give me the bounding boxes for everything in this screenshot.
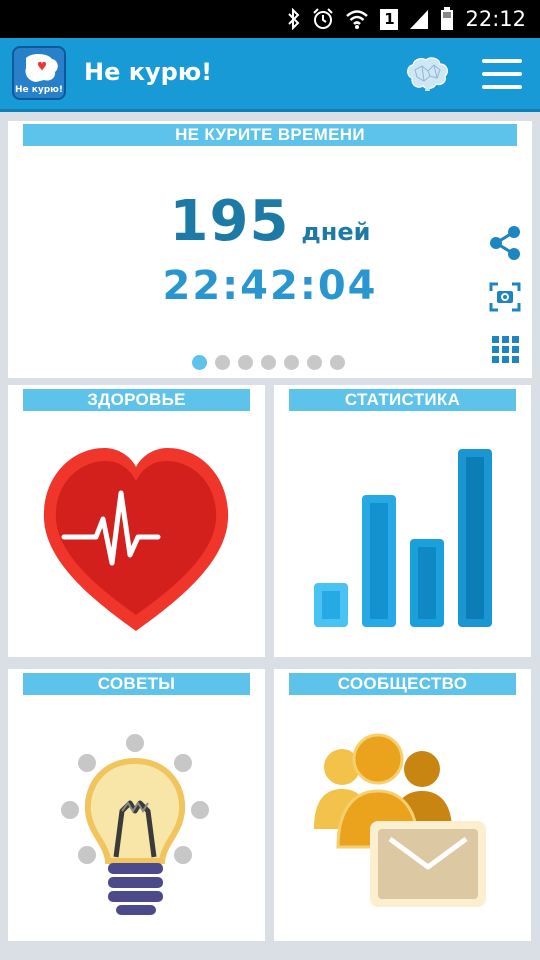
app-logo[interactable]: Не курю! [12,46,66,100]
health-tile[interactable]: ЗДОРОВЬЕ [8,385,265,657]
health-header: ЗДОРОВЬЕ [23,389,250,411]
page-indicator [192,355,345,370]
screenshot-button[interactable] [486,279,526,315]
alarm-icon [312,8,334,30]
community-tile[interactable]: СООБЩЕСТВО [274,669,531,941]
time-counter: 22:42:04 [162,263,378,309]
lightbulb-icon [61,734,209,915]
page-dot[interactable] [284,355,299,370]
screenshot-icon [489,282,521,312]
share-button[interactable] [486,225,526,261]
stats-header: СТАТИСТИКА [289,389,516,411]
page-dot[interactable] [261,355,276,370]
days-counter: 195 дней [8,189,532,254]
brain-icon[interactable] [404,56,450,92]
clock: 22:12 [465,7,526,31]
stats-tile[interactable]: СТАТИСТИКА [274,385,531,657]
grid-icon [492,336,519,363]
page-dot[interactable] [215,355,230,370]
community-icon [314,733,486,907]
bar-chart-icon [314,449,492,627]
bluetooth-icon [287,8,301,30]
page-dot[interactable] [330,355,345,370]
sim-indicator: 1 [380,8,399,30]
timer-header: НЕ КУРИТЕ ВРЕМЕНИ [23,124,517,146]
heart-icon [43,447,229,631]
app-title: Не курю! [84,58,213,86]
timer-card: НЕ КУРИТЕ ВРЕМЕНИ 195 дней 22:42:04 [8,121,532,378]
page-dot[interactable] [192,355,207,370]
app-bar: Не курю! Не курю! [0,38,540,112]
page-dot[interactable] [307,355,322,370]
status-bar: 1 22:12 [0,0,540,38]
page-dot[interactable] [238,355,253,370]
tips-header: СОВЕТЫ [23,673,250,695]
signal-icon [409,8,429,30]
menu-icon[interactable] [480,57,524,91]
share-icon [490,226,520,260]
tips-tile[interactable]: СОВЕТЫ [8,669,265,941]
grid-button[interactable] [486,331,526,367]
battery-icon [440,7,454,31]
days-label: дней [301,218,371,246]
wifi-icon [345,8,369,30]
logo-text: Не курю! [14,85,64,95]
days-value: 195 [169,189,290,254]
community-header: СООБЩЕСТВО [289,673,516,695]
